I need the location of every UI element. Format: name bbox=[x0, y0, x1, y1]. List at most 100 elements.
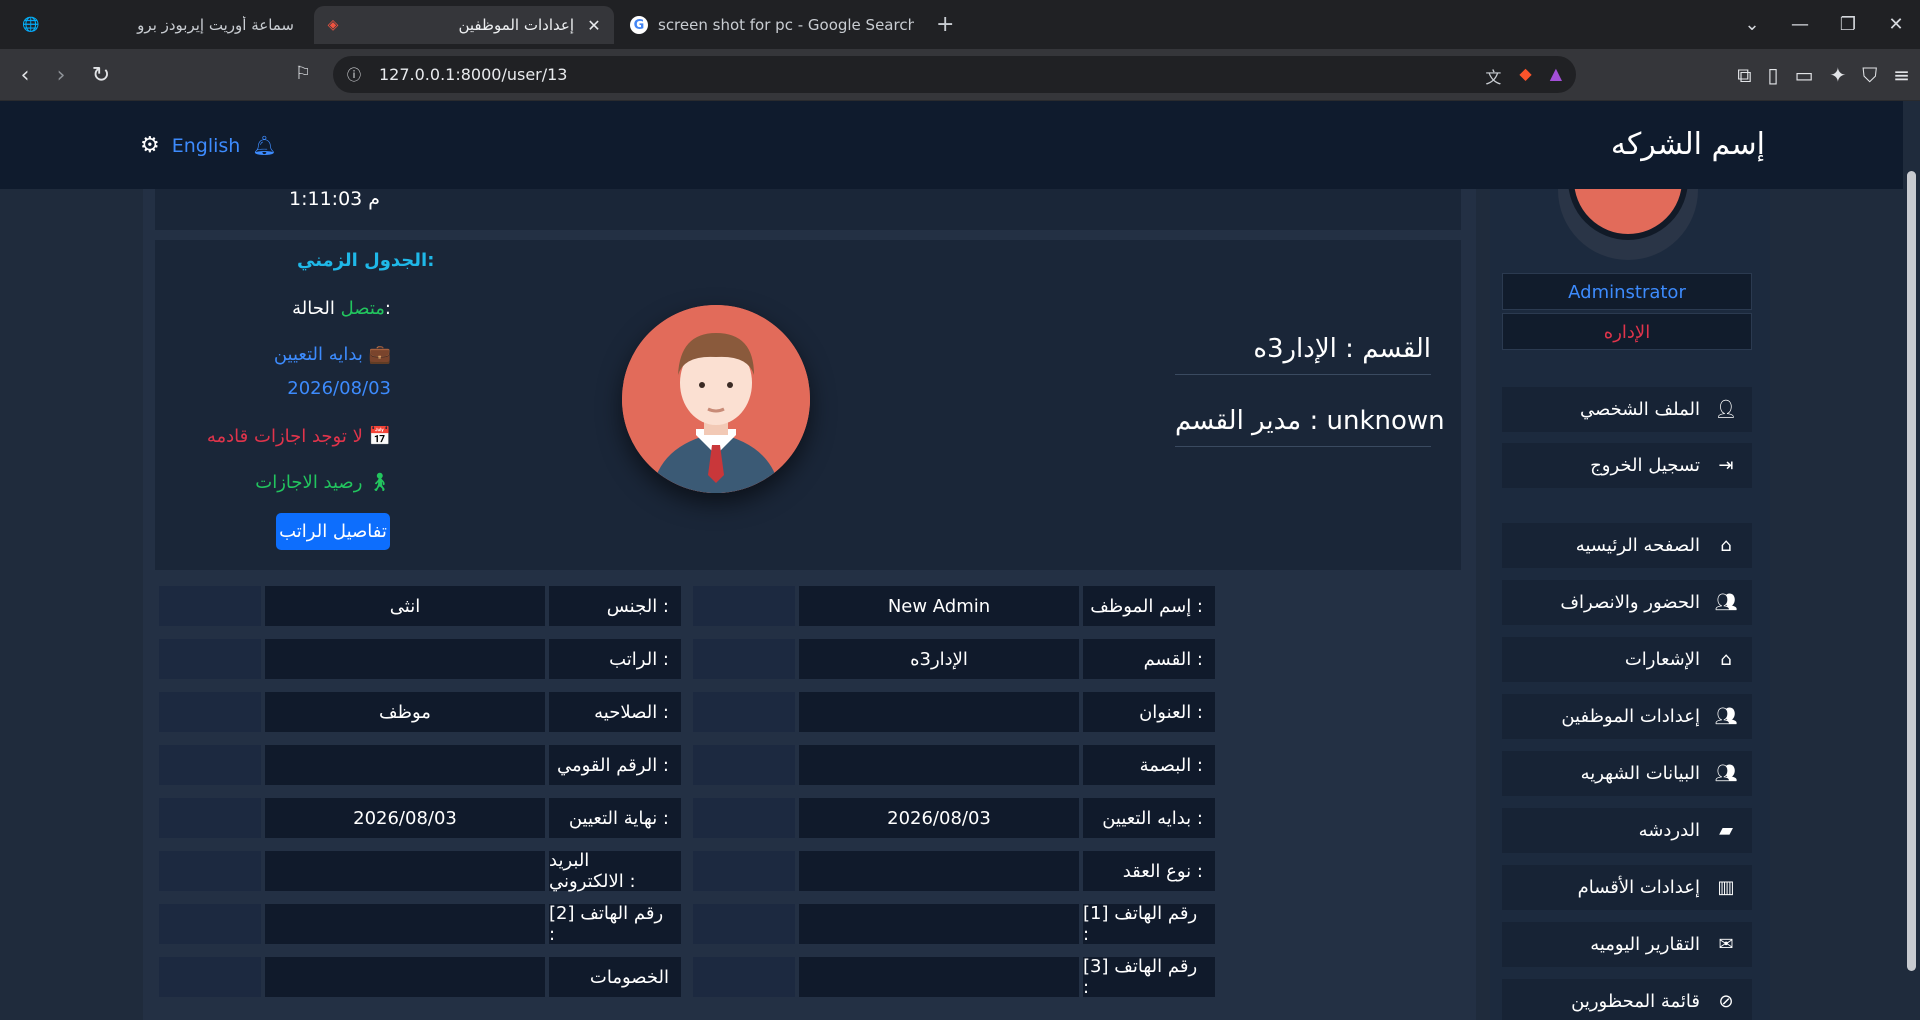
no-vacations-text: لا توجد اجازات قادمه bbox=[206, 426, 363, 447]
sidebar-item-label: الدردشه bbox=[1638, 820, 1700, 841]
detail-label-right: إسم الموظف : bbox=[1081, 584, 1217, 628]
bell-icon[interactable]: 🔔︎ bbox=[252, 134, 276, 157]
reload-icon[interactable]: ↻ bbox=[88, 63, 114, 88]
brave-rewards-icon[interactable]: ▲ bbox=[1550, 64, 1562, 88]
detail-value-left bbox=[263, 955, 547, 999]
scrollbar-thumb[interactable] bbox=[1907, 171, 1916, 971]
row-spacer bbox=[157, 743, 263, 787]
info-icon[interactable]: ⓘ bbox=[347, 65, 361, 85]
employee-details-table: انثى الجنس : New Admin إسم الموظف : الراتب :… bbox=[157, 584, 1459, 1014]
sidebar-item-label: التقارير اليوميه bbox=[1590, 934, 1700, 955]
sidebar-item-departments[interactable]: إعدادات الأقسام ▥ bbox=[1502, 865, 1752, 910]
sidebar-item-home[interactable]: الصفحه الرئيسيه ⌂ bbox=[1502, 523, 1752, 568]
users-icon: 👥︎ bbox=[1714, 763, 1738, 784]
detail-label-left: نهاية التعيين : bbox=[547, 796, 683, 840]
forward-icon[interactable]: › bbox=[48, 63, 74, 88]
status-value: متصل bbox=[340, 298, 385, 319]
leo-icon[interactable]: ✦ bbox=[1829, 63, 1846, 87]
sidebar-toggle-icon[interactable]: ▯ bbox=[1768, 63, 1779, 87]
chart-bar-icon: ▥ bbox=[1717, 877, 1735, 898]
bookmark-icon[interactable]: ⚐ bbox=[290, 63, 316, 84]
google-icon: G bbox=[630, 16, 648, 34]
vpn-icon[interactable]: ⛉ bbox=[1862, 63, 1877, 87]
detail-label-left: الخصومات bbox=[547, 955, 683, 999]
salary-details-button[interactable]: تفاصيل الراتب bbox=[276, 513, 390, 550]
detail-label-left: الرقم القومي : bbox=[547, 743, 683, 787]
tab-label: إعدادات الموظفين bbox=[458, 16, 574, 34]
detail-label-right: نوع العقد : bbox=[1081, 849, 1217, 893]
sidebar-item-attendance[interactable]: الحضور والانصراف 👥︎ bbox=[1502, 580, 1752, 625]
home-icon: ⌂ bbox=[1720, 649, 1732, 670]
detail-value-left bbox=[263, 743, 547, 787]
back-icon[interactable]: ‹ bbox=[12, 63, 38, 88]
row-spacer bbox=[691, 637, 797, 681]
detail-value-left bbox=[263, 902, 547, 946]
row-spacer bbox=[157, 584, 263, 628]
globe-icon: 🌐 bbox=[22, 17, 40, 33]
sidebar-item-notifications[interactable]: الإشعارات ⌂ bbox=[1502, 637, 1752, 682]
close-window-icon[interactable]: ✕ bbox=[1872, 14, 1920, 35]
extensions-icon[interactable]: ⧉ bbox=[1737, 63, 1751, 87]
main-content: 1:11:03 م الجدول الزمني: متصل الحالة: بد… bbox=[143, 160, 1476, 1020]
gear-icon[interactable]: ⚙ bbox=[140, 133, 160, 158]
sidebar-item-blocked[interactable]: قائمة المحظورين ⊘ bbox=[1502, 979, 1752, 1020]
detail-label-left: الراتب : bbox=[547, 637, 683, 681]
sidebar-item-label: تسجيل الخروج bbox=[1590, 455, 1700, 476]
minimize-icon[interactable]: — bbox=[1776, 14, 1824, 35]
laravel-icon: ◈ bbox=[327, 17, 339, 33]
omnibox[interactable]: ⓘ 127.0.0.1:8000/user/13 文 ◆ ▲ bbox=[333, 56, 1576, 93]
tab-google-search[interactable]: G screen shot for pc - Google Search bbox=[622, 6, 922, 44]
row-spacer bbox=[691, 849, 797, 893]
app-header: إسم الشركه ⚙ English 🔔︎ bbox=[0, 101, 1903, 189]
row-spacer bbox=[157, 955, 263, 999]
detail-value-right: New Admin bbox=[797, 584, 1081, 628]
ban-icon: ⊘ bbox=[1718, 991, 1734, 1012]
sidebar-item-monthly-data[interactable]: البيانات الشهريه 👥︎ bbox=[1502, 751, 1752, 796]
row-spacer bbox=[157, 902, 263, 946]
status-line: متصل الحالة: bbox=[292, 298, 391, 319]
detail-label-right: البصمة : bbox=[1081, 743, 1217, 787]
new-tab-icon[interactable]: + bbox=[936, 12, 954, 37]
tab-label: screen shot for pc - Google Search bbox=[658, 16, 914, 34]
url-text[interactable]: 127.0.0.1:8000/user/13 bbox=[379, 65, 567, 84]
detail-label-right: القسم : bbox=[1081, 637, 1217, 681]
menu-icon[interactable]: ≡ bbox=[1893, 63, 1910, 87]
brave-shield-icon[interactable]: ◆ bbox=[1519, 64, 1531, 88]
restore-icon[interactable]: ❐ bbox=[1824, 14, 1872, 35]
tab-earbuds[interactable]: 🌐 سماعة أوريت إيربودز برو bbox=[8, 6, 308, 44]
tab-employee-settings[interactable]: ◈ إعدادات الموظفين ✕ bbox=[314, 6, 614, 44]
walking-icon: 🚶︎ bbox=[368, 472, 391, 493]
sidebar-item-label: الصفحه الرئيسيه bbox=[1575, 535, 1700, 556]
detail-value-right bbox=[797, 902, 1081, 946]
sign-out-icon: ⇥ bbox=[1718, 455, 1734, 476]
home-icon: ⌂ bbox=[1720, 535, 1732, 556]
detail-label-right: رقم الهاتف [3] : bbox=[1081, 955, 1217, 999]
sidebar-item-employee-settings[interactable]: إعدادات الموظفين 👥︎ bbox=[1502, 694, 1752, 739]
detail-label-left: الصلاحيه : bbox=[547, 690, 683, 734]
translate-icon[interactable]: 文 bbox=[1485, 64, 1501, 88]
detail-label-right: بدايه التعيين : bbox=[1081, 796, 1217, 840]
sidebar-item-logout[interactable]: تسجيل الخروج ⇥ bbox=[1502, 443, 1752, 488]
sidebar-item-daily-reports[interactable]: التقارير اليوميه ✉ bbox=[1502, 922, 1752, 967]
profile-card: الجدول الزمني: متصل الحالة: بدايه التعيي… bbox=[155, 240, 1461, 570]
users-icon: 👥︎ bbox=[1714, 706, 1738, 727]
sidebar: Adminstrator الإداره الملف الشخصي 👤︎ تسج… bbox=[1490, 160, 1770, 1020]
hire-start-line[interactable]: بدايه التعيين 💼 bbox=[274, 344, 391, 365]
row-spacer bbox=[157, 690, 263, 734]
sidebar-item-chat[interactable]: الدردشه ▰ bbox=[1502, 808, 1752, 853]
chevron-down-icon[interactable]: ⌄ bbox=[1728, 14, 1776, 35]
vacation-balance-line[interactable]: رصيد الاجازات 🚶︎ bbox=[255, 472, 391, 493]
detail-value-right bbox=[797, 743, 1081, 787]
detail-value-right: الإدار3ه bbox=[797, 637, 1081, 681]
sidebar-item-profile[interactable]: الملف الشخصي 👤︎ bbox=[1502, 387, 1752, 432]
window-controls: ⌄ — ❐ ✕ bbox=[1728, 0, 1920, 49]
detail-value-right bbox=[797, 849, 1081, 893]
company-name[interactable]: إسم الشركه bbox=[1611, 127, 1765, 162]
close-icon[interactable]: ✕ bbox=[584, 15, 604, 35]
no-vacations-line: لا توجد اجازات قادمه 📅 bbox=[207, 426, 391, 447]
wallet-icon[interactable]: ▭ bbox=[1795, 63, 1814, 87]
language-link[interactable]: English bbox=[172, 135, 241, 157]
page-scrollbar[interactable] bbox=[1903, 101, 1920, 1020]
sidebar-item-label: الحضور والانصراف bbox=[1560, 592, 1700, 613]
sidebar-item-label: إعدادات الموظفين bbox=[1561, 706, 1700, 727]
